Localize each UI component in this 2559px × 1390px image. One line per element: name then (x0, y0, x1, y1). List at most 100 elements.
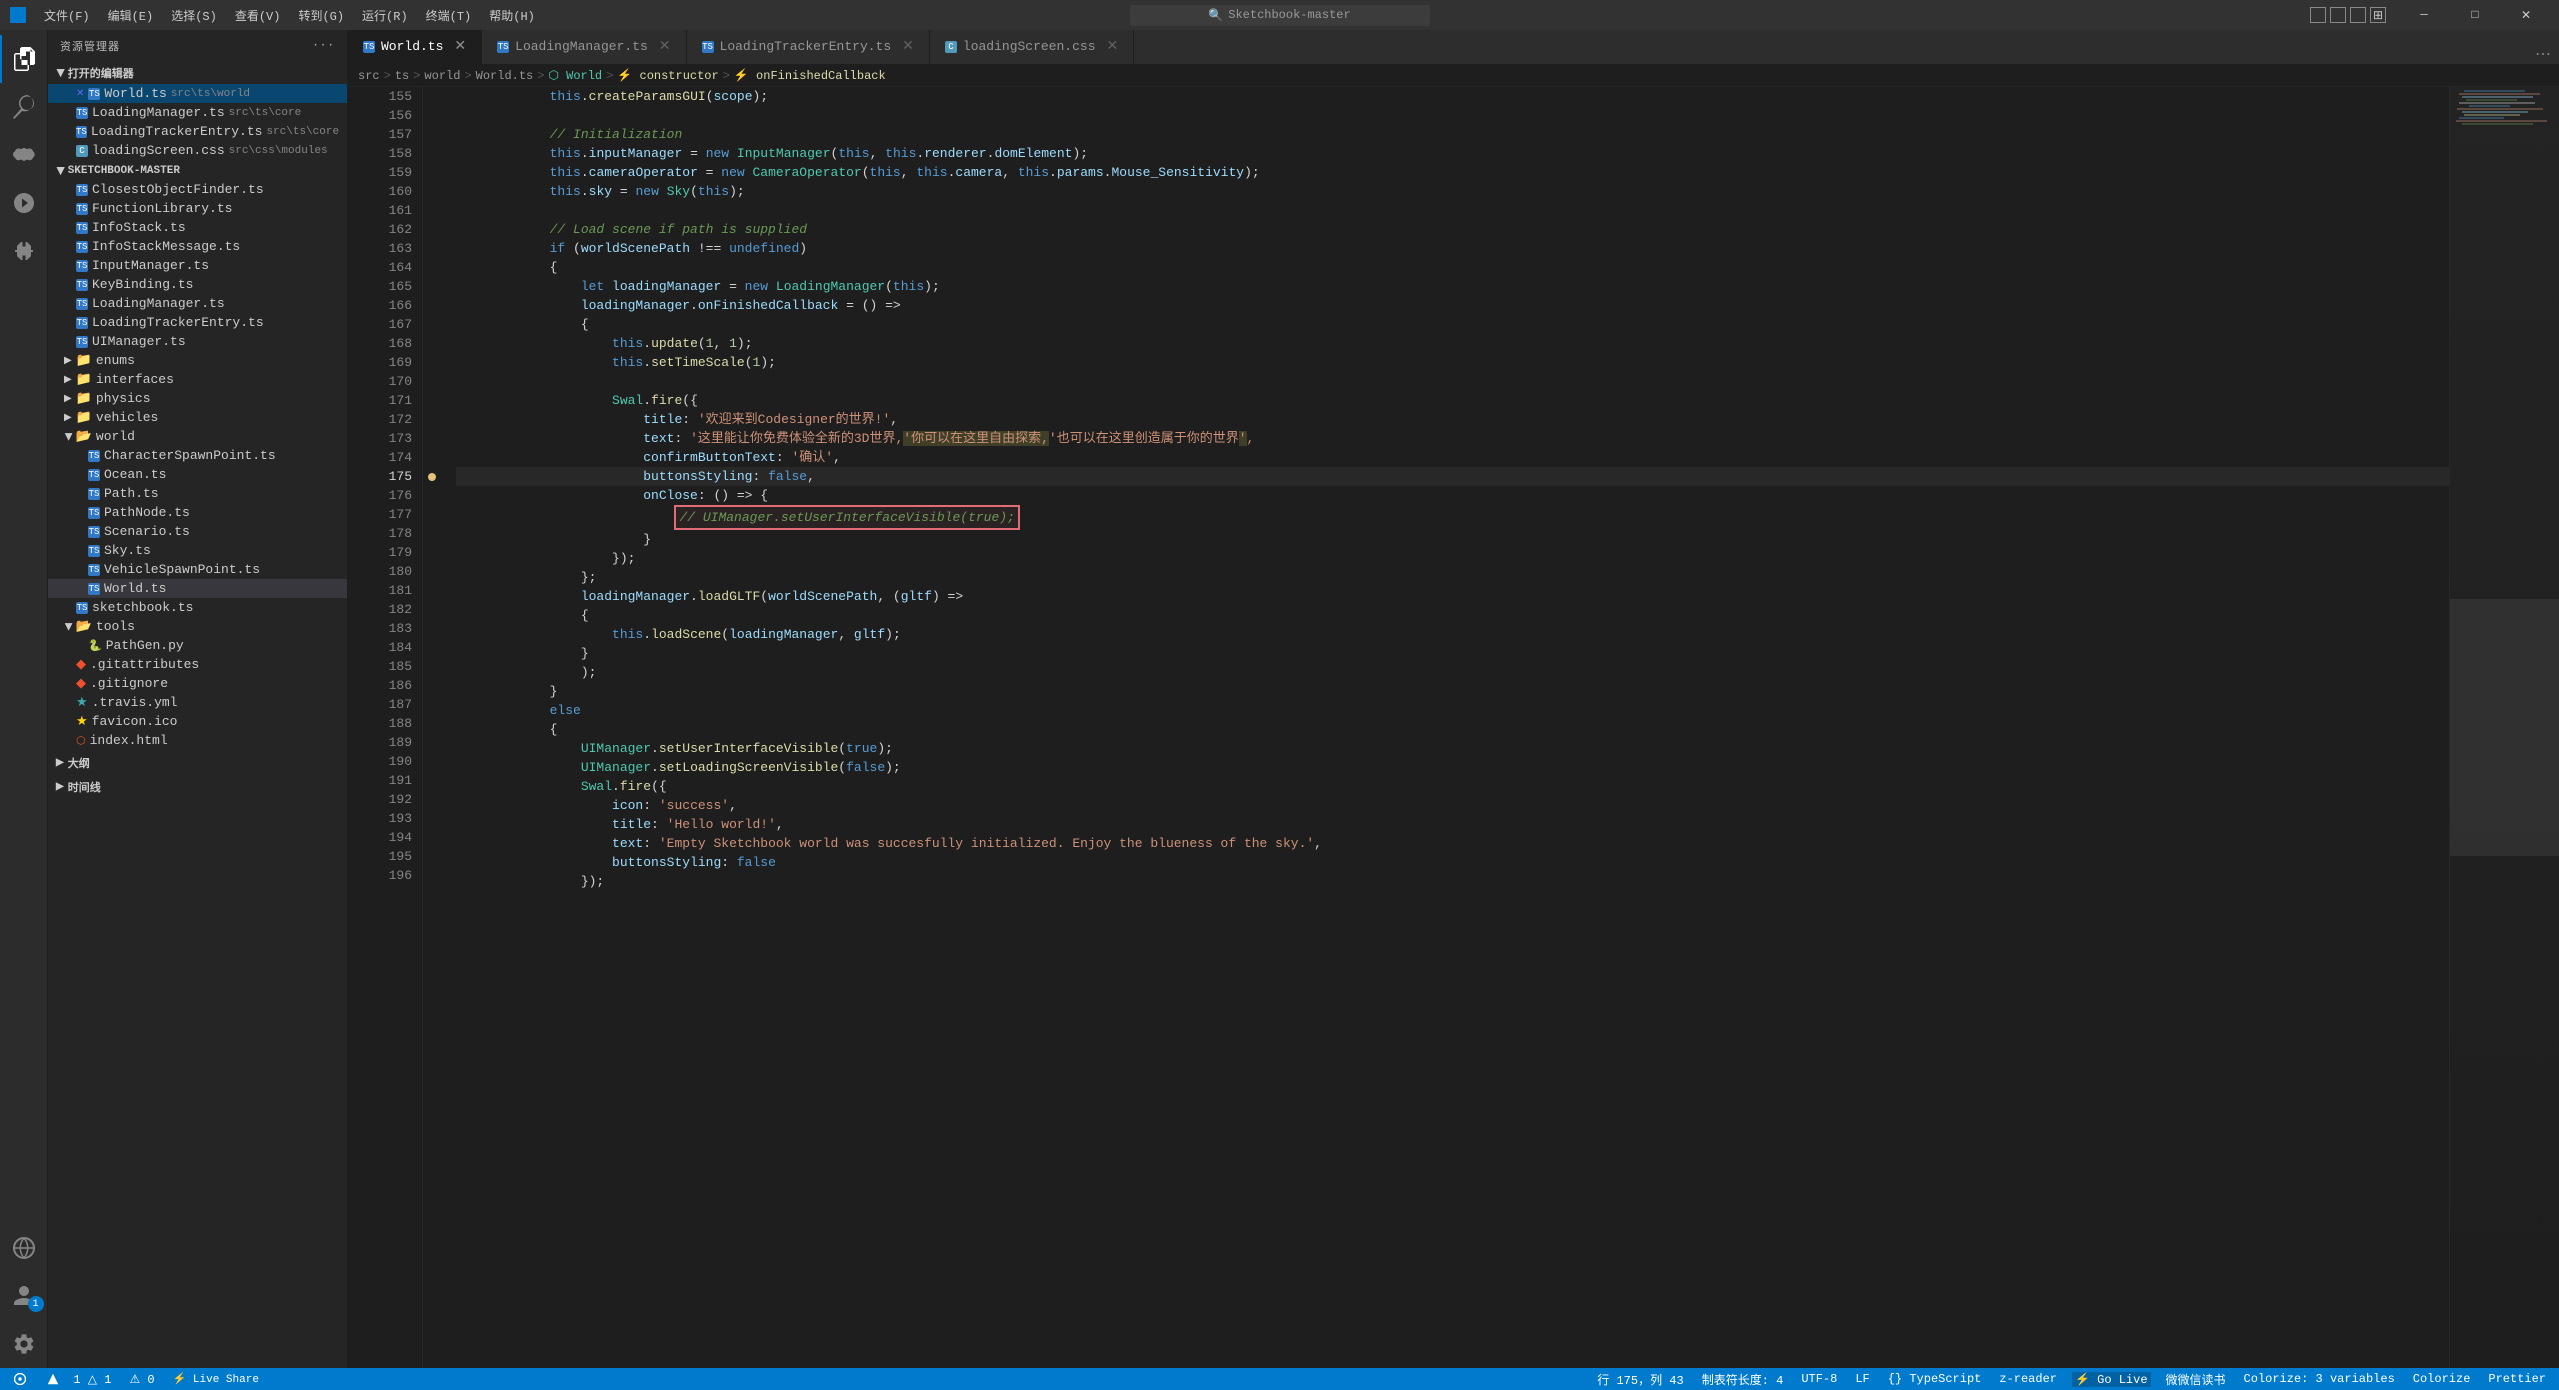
status-colorize-vars[interactable]: Colorize: 3 variables (2241, 1372, 2398, 1386)
menu-terminal[interactable]: 终端(T) (418, 5, 480, 26)
search-bar[interactable]: 🔍 Sketchbook-master (1130, 5, 1430, 26)
open-editor-loading-manager[interactable]: TS LoadingManager.ts src\ts\core (48, 103, 347, 122)
bc-ts[interactable]: ts (395, 69, 409, 83)
open-editor-loading-tracker[interactable]: TS LoadingTrackerEntry.ts src\ts\core (48, 122, 347, 141)
file-travis-yml[interactable]: ★.travis.yml (48, 693, 347, 712)
tab-loading-manager[interactable]: TS LoadingManager.ts ✕ (482, 30, 686, 64)
sketchbook-header[interactable]: ▶ SKETCHBOOK-MASTER (48, 162, 347, 180)
file-closest-obj[interactable]: TSClosestObjectFinder.ts (48, 180, 347, 199)
file-index-html[interactable]: ⬡index.html (48, 731, 347, 750)
file-pathnode[interactable]: TSPathNode.ts (48, 503, 347, 522)
tab-close-lm[interactable]: ✕ (659, 38, 671, 55)
status-remote[interactable] (10, 1372, 32, 1386)
bc-src[interactable]: src (358, 69, 380, 83)
timeline-header[interactable]: ▶ 时间线 (48, 776, 347, 798)
file-character-spawn[interactable]: TSCharacterSpawnPoint.ts (48, 446, 347, 465)
file-gitattributes[interactable]: ◆.gitattributes (48, 655, 347, 674)
status-colorize[interactable]: Colorize (2410, 1372, 2474, 1386)
menu-bar[interactable]: 文件(F) 编辑(E) 选择(S) 查看(V) 转到(G) 运行(R) 终端(T… (36, 5, 543, 26)
dot-171 (423, 391, 441, 410)
bc-worldts[interactable]: World.ts (476, 69, 534, 83)
file-ui-manager[interactable]: TSUIManager.ts (48, 332, 347, 351)
file-input-manager[interactable]: TSInputManager.ts (48, 256, 347, 275)
code-content[interactable]: this.createParamsGUI(scope); // Initiali… (441, 87, 2449, 1368)
file-favicon[interactable]: ★favicon.ico (48, 712, 347, 731)
bc-world-class[interactable]: ⬡ World (548, 68, 602, 83)
status-z-reader[interactable]: z-reader (1996, 1372, 2060, 1386)
folder-enums[interactable]: ▶ 📁 enums (48, 351, 347, 370)
folder-world[interactable]: ▶ 📂 world (48, 427, 347, 446)
source-control-icon[interactable] (0, 131, 48, 179)
explorer-icon[interactable] (0, 35, 48, 83)
bc-onfinished[interactable]: ⚡ onFinishedCallback (734, 68, 886, 83)
run-debug-icon[interactable] (0, 179, 48, 227)
extensions-icon[interactable] (0, 227, 48, 275)
maximize-button[interactable]: □ (2452, 0, 2498, 30)
menu-select[interactable]: 选择(S) (163, 5, 225, 26)
menu-run[interactable]: 运行(R) (354, 5, 416, 26)
minimize-button[interactable]: ─ (2401, 0, 2447, 30)
tab-loading-tracker[interactable]: TS LoadingTrackerEntry.ts ✕ (687, 30, 930, 64)
folder-tools[interactable]: ▶ 📂 tools (48, 617, 347, 636)
split-editor-btn[interactable]: ⋯ (2527, 44, 2559, 64)
file-infostack[interactable]: TSInfoStack.ts (48, 218, 347, 237)
file-sky[interactable]: TSSky.ts (48, 541, 347, 560)
status-wechat-read[interactable]: 微微信读书 (2163, 1371, 2229, 1388)
file-loading-tracker[interactable]: TSLoadingTrackerEntry.ts (48, 313, 347, 332)
status-errors[interactable]: ! 1 △ 1 (44, 1372, 114, 1387)
menu-file[interactable]: 文件(F) (36, 5, 98, 26)
status-language[interactable]: {} TypeScript (1885, 1372, 1985, 1386)
file-pathgen-py[interactable]: 🐍PathGen.py (48, 636, 347, 655)
bc-world-folder[interactable]: world (424, 69, 460, 83)
file-loading-manager[interactable]: TSLoadingManager.ts (48, 294, 347, 313)
status-indent[interactable]: 制表符长度: 4 (1699, 1371, 1787, 1388)
search-icon[interactable] (0, 83, 48, 131)
tab-close-lt[interactable]: ✕ (902, 38, 914, 55)
open-editor-world-ts[interactable]: ✕ TS World.ts src\ts\world (48, 84, 347, 103)
file-gitignore[interactable]: ◆.gitignore (48, 674, 347, 693)
status-warnings[interactable]: ⚠ 0 (126, 1372, 157, 1387)
tab-loading-css[interactable]: C loadingScreen.css ✕ (930, 30, 1134, 64)
menu-edit[interactable]: 编辑(E) (100, 5, 162, 26)
menu-help[interactable]: 帮助(H) (481, 5, 543, 26)
tab-close-world[interactable]: ✕ (454, 38, 466, 55)
status-encoding[interactable]: UTF-8 (1798, 1372, 1840, 1386)
ts-file-icon: TS (76, 222, 88, 234)
bc-constructor[interactable]: ⚡ constructor (617, 68, 718, 83)
status-live-share[interactable]: ⚡ Live Share (170, 1372, 262, 1386)
layout-icon-4[interactable]: ⊞ (2370, 7, 2386, 23)
file-ocean[interactable]: TSOcean.ts (48, 465, 347, 484)
accounts-icon[interactable]: 1 (0, 1272, 48, 1320)
status-position[interactable]: 行 175，列 43 (1594, 1371, 1686, 1388)
status-line-ending[interactable]: LF (1852, 1372, 1872, 1386)
tab-world-ts[interactable]: TS World.ts ✕ (348, 30, 482, 64)
close-button[interactable]: ✕ (2503, 0, 2549, 30)
file-scenario[interactable]: TSScenario.ts (48, 522, 347, 541)
open-editor-loading-css[interactable]: C loadingScreen.css src\css\modules (48, 141, 347, 160)
layout-icon-2[interactable] (2330, 7, 2346, 23)
menu-goto[interactable]: 转到(G) (290, 5, 352, 26)
status-go-live[interactable]: ⚡ Go Live (2072, 1372, 2151, 1387)
file-path[interactable]: TSPath.ts (48, 484, 347, 503)
open-editors-header[interactable]: ▶ 打开的编辑器 (48, 62, 347, 84)
close-icon[interactable]: ✕ (76, 88, 84, 100)
menu-view[interactable]: 查看(V) (227, 5, 289, 26)
minimap[interactable] (2449, 87, 2559, 1368)
file-func-library[interactable]: TSFunctionLibrary.ts (48, 199, 347, 218)
settings-icon[interactable] (0, 1320, 48, 1368)
folder-physics[interactable]: ▶ 📁 physics (48, 389, 347, 408)
file-sketchbook[interactable]: TSsketchbook.ts (48, 598, 347, 617)
folder-interfaces[interactable]: ▶ 📁 interfaces (48, 370, 347, 389)
layout-icon-3[interactable] (2350, 7, 2366, 23)
sidebar-more-btn[interactable]: ··· (312, 40, 335, 52)
file-world[interactable]: TSWorld.ts (48, 579, 347, 598)
status-prettier[interactable]: Prettier (2485, 1372, 2549, 1386)
folder-vehicles[interactable]: ▶ 📁 vehicles (48, 408, 347, 427)
file-vehicle-spawn[interactable]: TSVehicleSpawnPoint.ts (48, 560, 347, 579)
file-infostack-msg[interactable]: TSInfoStackMessage.ts (48, 237, 347, 256)
outline-header[interactable]: ▶ 大纲 (48, 752, 347, 774)
tab-close-css[interactable]: ✕ (1107, 38, 1119, 55)
remote-explorer-icon[interactable] (0, 1224, 48, 1272)
file-keybinding[interactable]: TSKeyBinding.ts (48, 275, 347, 294)
layout-icon-1[interactable] (2310, 7, 2326, 23)
